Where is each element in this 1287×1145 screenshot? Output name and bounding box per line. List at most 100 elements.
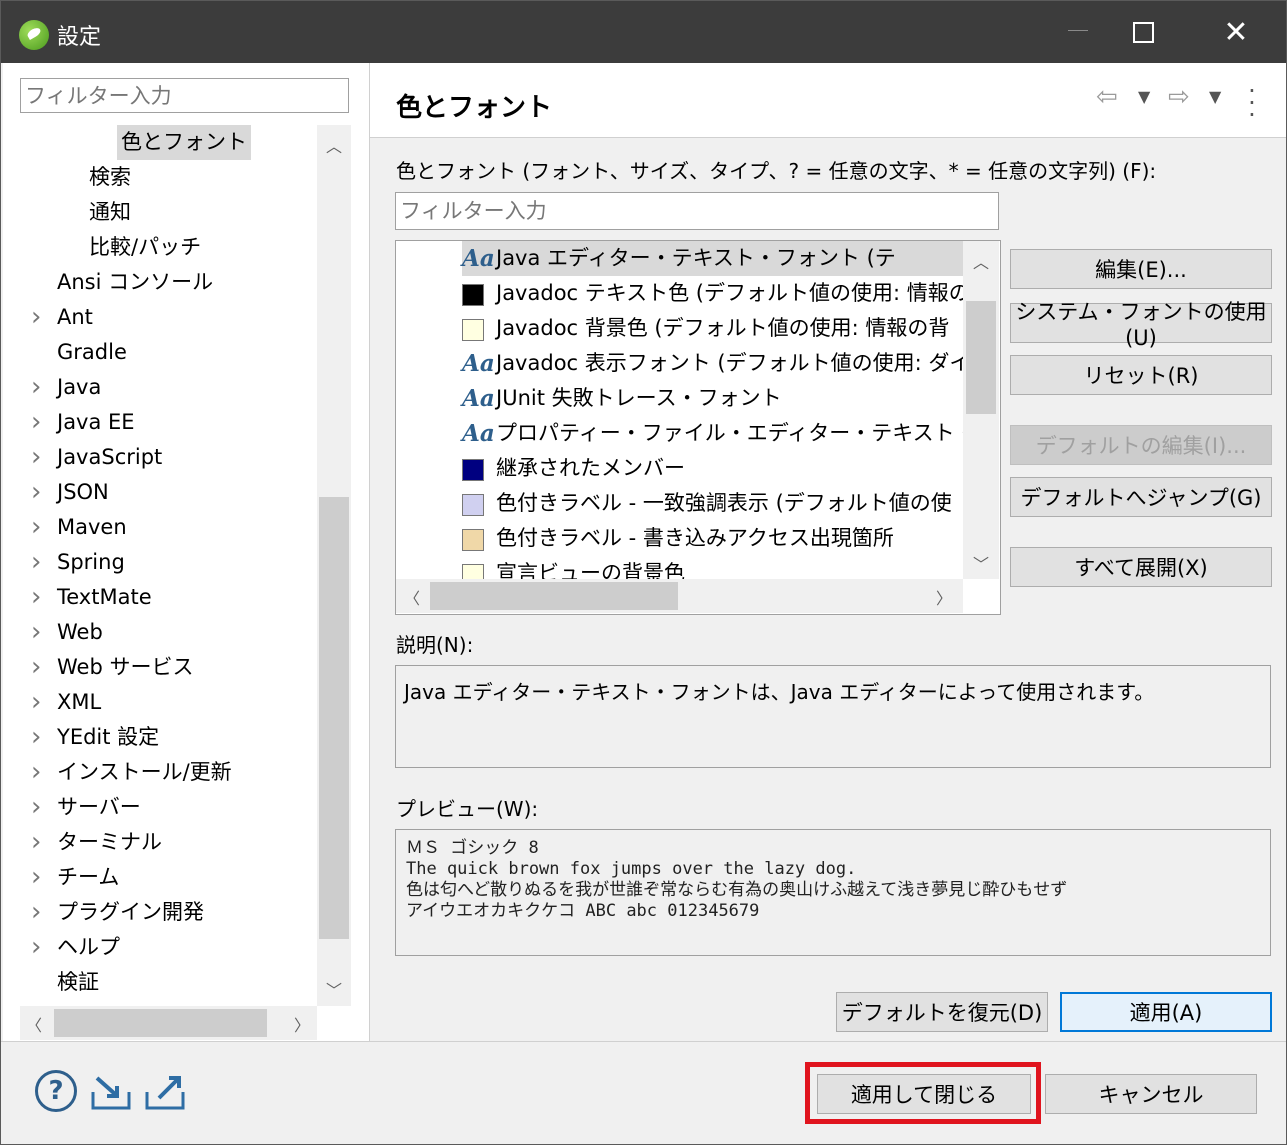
- close-button[interactable]: ✕: [1191, 1, 1281, 63]
- list-scroll-down-icon[interactable]: ﹀: [971, 551, 991, 575]
- forward-dropdown-icon[interactable]: ▼: [1209, 79, 1221, 115]
- tree-vertical-scroll-thumb[interactable]: [319, 497, 349, 939]
- chevron-right-icon[interactable]: ›: [31, 615, 47, 650]
- tree-item[interactable]: › JSON: [3, 475, 317, 510]
- color-font-item[interactable]: 色付きラベル - 一致強調表示 (デフォルト値の使: [462, 486, 963, 521]
- color-font-item[interactable]: 宣言ビューの背景色: [462, 556, 963, 579]
- chevron-right-icon[interactable]: ›: [31, 860, 47, 895]
- chevron-right-icon[interactable]: ›: [31, 895, 47, 930]
- tree-horizontal-scroll-thumb[interactable]: [54, 1009, 267, 1037]
- chevron-right-icon[interactable]: ›: [31, 685, 47, 720]
- tree-item[interactable]: › Java: [3, 370, 317, 405]
- scroll-right-icon[interactable]: 〉: [292, 1012, 312, 1036]
- tree-item[interactable]: › Spring: [3, 545, 317, 580]
- list-scroll-left-icon[interactable]: 〈: [402, 585, 422, 609]
- tree-item[interactable]: › プラグイン開発: [3, 895, 317, 930]
- tree-item[interactable]: › Ant: [3, 300, 317, 335]
- color-font-item[interactable]: 継承されたメンバー: [462, 451, 963, 486]
- chevron-right-icon[interactable]: ›: [31, 300, 47, 335]
- list-horizontal-scrollbar[interactable]: 〈 〉: [396, 579, 963, 613]
- chevron-right-icon[interactable]: ›: [31, 370, 47, 405]
- edit-default-button[interactable]: デフォルトの編集(I)...: [1010, 425, 1272, 465]
- scroll-up-icon[interactable]: ︿: [324, 133, 344, 157]
- tree-item[interactable]: 比較/パッチ: [3, 230, 317, 265]
- chevron-right-icon[interactable]: ›: [31, 930, 47, 965]
- tree-item[interactable]: › JavaScript: [3, 440, 317, 475]
- back-dropdown-icon[interactable]: ▼: [1138, 79, 1150, 115]
- tree-item[interactable]: › インストール/更新: [3, 755, 317, 790]
- apply-button[interactable]: 適用(A): [1060, 992, 1272, 1032]
- color-font-item[interactable]: Aaプロパティー・ファイル・エディター・テキスト・フォント (デフ: [462, 416, 963, 451]
- tree-item[interactable]: › Java EE: [3, 405, 317, 440]
- chevron-right-icon[interactable]: ›: [31, 545, 47, 580]
- color-font-item[interactable]: 色付きラベル - 書き込みアクセス出現箇所: [462, 521, 963, 556]
- chevron-right-icon[interactable]: ›: [31, 790, 47, 825]
- tree-item[interactable]: Gradle: [3, 335, 317, 370]
- back-arrow-icon[interactable]: ⇦: [1096, 79, 1118, 115]
- import-icon[interactable]: [89, 1072, 133, 1112]
- tree-item[interactable]: 検証: [3, 965, 317, 1000]
- scroll-down-icon[interactable]: ﹀: [324, 977, 344, 1001]
- tree-item-label: Java: [57, 375, 102, 399]
- help-icon[interactable]: ?: [35, 1070, 77, 1112]
- tree-filter-input[interactable]: [20, 78, 349, 113]
- chevron-right-icon[interactable]: ›: [31, 755, 47, 790]
- tree-item-label: Web サービス: [57, 655, 194, 679]
- use-system-font-button[interactable]: システム・フォントの使用(U): [1010, 300, 1272, 350]
- chevron-right-icon[interactable]: ›: [31, 825, 47, 860]
- chevron-right-icon[interactable]: ›: [31, 720, 47, 755]
- tree-item[interactable]: › Web サービス: [3, 650, 317, 685]
- edit-button[interactable]: 編集(E)...: [1010, 249, 1272, 289]
- list-vertical-scrollbar[interactable]: ︿ ﹀: [963, 241, 999, 579]
- tree-item[interactable]: 通知: [3, 195, 317, 230]
- cancel-button[interactable]: キャンセル: [1045, 1074, 1257, 1114]
- export-icon[interactable]: [143, 1072, 187, 1112]
- expand-all-button[interactable]: すべて展開(X): [1010, 547, 1272, 587]
- font-filter-input[interactable]: [395, 192, 999, 230]
- color-font-item[interactable]: AaJava エディター・テキスト・フォント (テ: [462, 241, 963, 276]
- tree-item[interactable]: › YEdit 設定: [3, 720, 317, 755]
- list-horizontal-scroll-thumb[interactable]: [430, 582, 678, 610]
- chevron-right-icon[interactable]: ›: [31, 580, 47, 615]
- color-font-item-label: Javadoc 表示フォント (デフォルト値の使用: ダイア: [496, 351, 963, 375]
- tree-item[interactable]: Ansi コンソール: [3, 265, 317, 300]
- tree-item[interactable]: › チーム: [3, 860, 317, 895]
- tree-item[interactable]: 色とフォント: [3, 125, 317, 160]
- scroll-left-icon[interactable]: 〈: [24, 1012, 44, 1036]
- tree-item[interactable]: › ターミナル: [3, 825, 317, 860]
- tree-item[interactable]: › Web: [3, 615, 317, 650]
- list-vertical-scroll-thumb[interactable]: [966, 301, 996, 414]
- chevron-right-icon[interactable]: ›: [31, 475, 47, 510]
- tree-item-label: ターミナル: [57, 830, 162, 854]
- goto-default-button[interactable]: デフォルトへジャンプ(G): [1010, 477, 1272, 517]
- forward-arrow-icon[interactable]: ⇨: [1168, 79, 1190, 115]
- tree-item[interactable]: › サーバー: [3, 790, 317, 825]
- color-font-item-label: Javadoc 背景色 (デフォルト値の使用: 情報の背: [496, 316, 950, 340]
- color-font-item[interactable]: Javadoc テキスト色 (デフォルト値の使用: 情報の: [462, 276, 963, 311]
- list-scroll-right-icon[interactable]: 〉: [934, 585, 954, 609]
- maximize-button[interactable]: [1098, 1, 1188, 63]
- tree-item[interactable]: › ヘルプ: [3, 930, 317, 965]
- tree-item[interactable]: 検索: [3, 160, 317, 195]
- chevron-right-icon[interactable]: ›: [31, 510, 47, 545]
- tree-vertical-scrollbar[interactable]: ︿ ﹀: [317, 125, 351, 1006]
- chevron-right-icon[interactable]: ›: [31, 405, 47, 440]
- tree-horizontal-scrollbar[interactable]: 〈 〉: [20, 1006, 317, 1040]
- color-font-item-label: Javadoc テキスト色 (デフォルト値の使用: 情報の: [496, 281, 963, 305]
- color-font-item[interactable]: Javadoc 背景色 (デフォルト値の使用: 情報の背: [462, 311, 963, 346]
- list-scroll-up-icon[interactable]: ︿: [971, 249, 991, 273]
- reset-button[interactable]: リセット(R): [1010, 355, 1272, 395]
- color-font-item[interactable]: AaJUnit 失敗トレース・フォント: [462, 381, 963, 416]
- tree-item[interactable]: › XML: [3, 685, 317, 720]
- color-font-item-label: 色付きラベル - 書き込みアクセス出現箇所: [496, 526, 894, 550]
- chevron-right-icon[interactable]: ›: [31, 650, 47, 685]
- chevron-right-icon[interactable]: ›: [31, 440, 47, 475]
- restore-defaults-button[interactable]: デフォルトを復元(D): [836, 992, 1048, 1032]
- view-menu-icon[interactable]: · · ·: [1246, 79, 1258, 127]
- tree-item[interactable]: › Maven: [3, 510, 317, 545]
- page-header: 色とフォント ⇦ ▼ ⇨ ▼ · · ·: [370, 63, 1286, 138]
- tree-item[interactable]: › TextMate: [3, 580, 317, 615]
- spring-leaf-icon: [19, 20, 49, 50]
- font-preview: ＭＳ ゴシック 8 The quick brown fox jumps over…: [395, 829, 1271, 956]
- color-font-item[interactable]: AaJavadoc 表示フォント (デフォルト値の使用: ダイア: [462, 346, 963, 381]
